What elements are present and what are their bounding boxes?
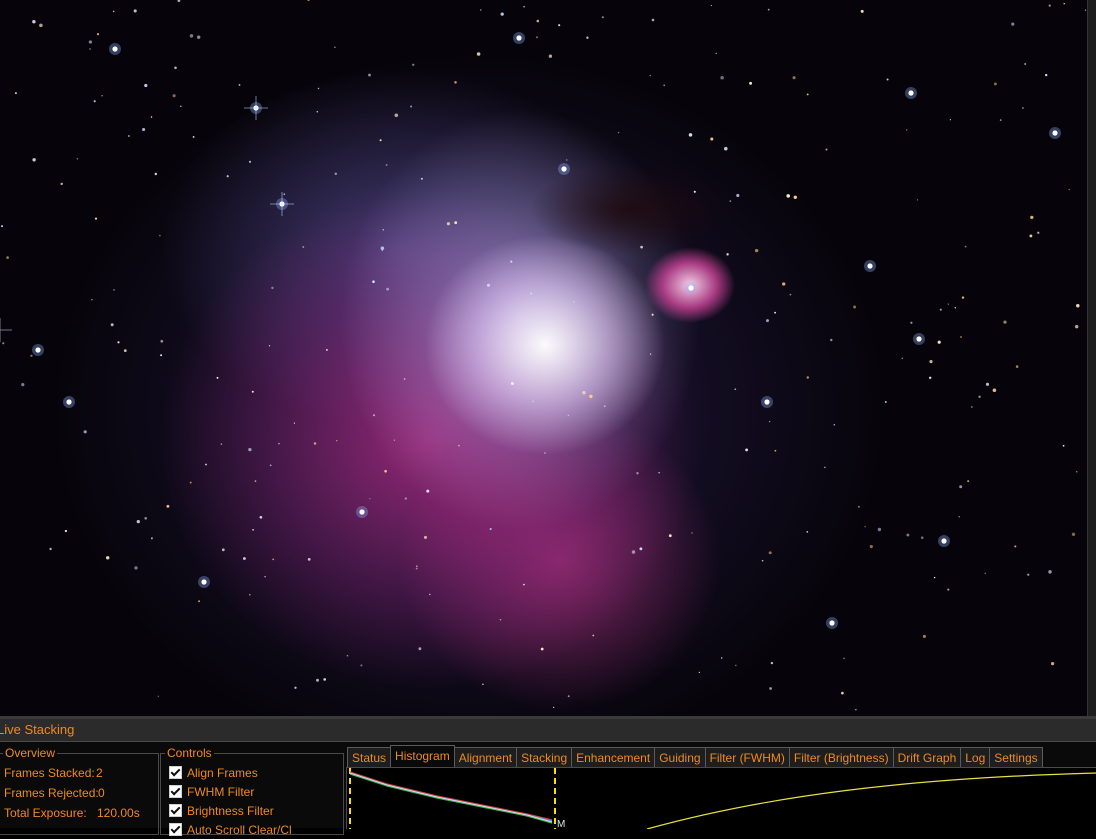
tab-status[interactable]: Status — [347, 747, 392, 768]
total-exposure-value: 120.00s — [97, 806, 140, 820]
stretch-curve[interactable] — [646, 772, 1096, 829]
overview-legend: Overview — [3, 745, 58, 761]
frames-stacked-label: Frames Stacked: — [4, 766, 95, 780]
tab-stacking[interactable]: Stacking — [516, 747, 573, 768]
panel-tab-strip: Status Histogram Alignment Stacking Enha… — [347, 745, 1043, 768]
frames-stacked-row: Frames Stacked:2 — [4, 766, 103, 780]
auto-scroll-label: Auto Scroll Clear/Cl — [187, 823, 292, 837]
tab-log[interactable]: Log — [960, 747, 991, 768]
overview-group: Overview Frames Stacked:2 Frames Rejecte… — [0, 745, 159, 835]
viewport-scrollbar[interactable] — [1087, 0, 1096, 716]
auto-scroll-control[interactable]: Auto Scroll Clear/Cl — [169, 823, 292, 839]
frames-rejected-row: Frames Rejected:0 — [4, 786, 105, 800]
red-histogram-curve — [349, 771, 553, 821]
star-field — [0, 0, 1087, 711]
panel-title-bar: Live Stacking — [0, 719, 1096, 742]
frames-rejected-value: 0 — [98, 786, 105, 800]
fwhm-filter-label: FWHM Filter — [187, 785, 255, 799]
controls-legend: Controls — [165, 745, 214, 761]
tab-enhancement[interactable]: Enhancement — [571, 747, 656, 768]
tab-guiding[interactable]: Guiding — [654, 747, 706, 768]
fwhm-filter-checkbox[interactable] — [169, 785, 182, 798]
tab-settings[interactable]: Settings — [989, 747, 1043, 768]
brightness-filter-checkbox[interactable] — [169, 804, 182, 817]
brightness-filter-label: Brightness Filter — [187, 804, 274, 818]
histogram-plot[interactable]: M — [346, 767, 1096, 829]
tab-histogram[interactable]: Histogram — [390, 745, 455, 768]
live-stacking-panel: Live Stacking Overview Frames Stacked:2 … — [0, 716, 1096, 837]
midpoint-marker-label: M — [557, 819, 565, 829]
stacked-image-viewport[interactable] — [0, 0, 1087, 716]
frames-stacked-value: 2 — [96, 766, 103, 780]
brightness-filter-control[interactable]: Brightness Filter — [169, 804, 274, 820]
align-frames-checkbox[interactable] — [169, 766, 182, 779]
total-exposure-row: Total Exposure: 120.00s — [4, 806, 140, 820]
fwhm-filter-control[interactable]: FWHM Filter — [169, 785, 254, 801]
tab-alignment[interactable]: Alignment — [453, 747, 518, 768]
total-exposure-label: Total Exposure: — [4, 806, 87, 820]
tab-filter-fwhm[interactable]: Filter (FWHM) — [704, 747, 790, 768]
align-frames-control[interactable]: Align Frames — [169, 766, 258, 782]
frames-rejected-label: Frames Rejected: — [4, 786, 99, 800]
tab-drift-graph[interactable]: Drift Graph — [892, 747, 962, 768]
tab-filter-brightness[interactable]: Filter (Brightness) — [788, 747, 894, 768]
panel-title: Live Stacking — [0, 722, 75, 737]
align-frames-label: Align Frames — [187, 766, 258, 780]
controls-group: Controls Align Frames FWHM Filter Bright… — [160, 745, 344, 837]
